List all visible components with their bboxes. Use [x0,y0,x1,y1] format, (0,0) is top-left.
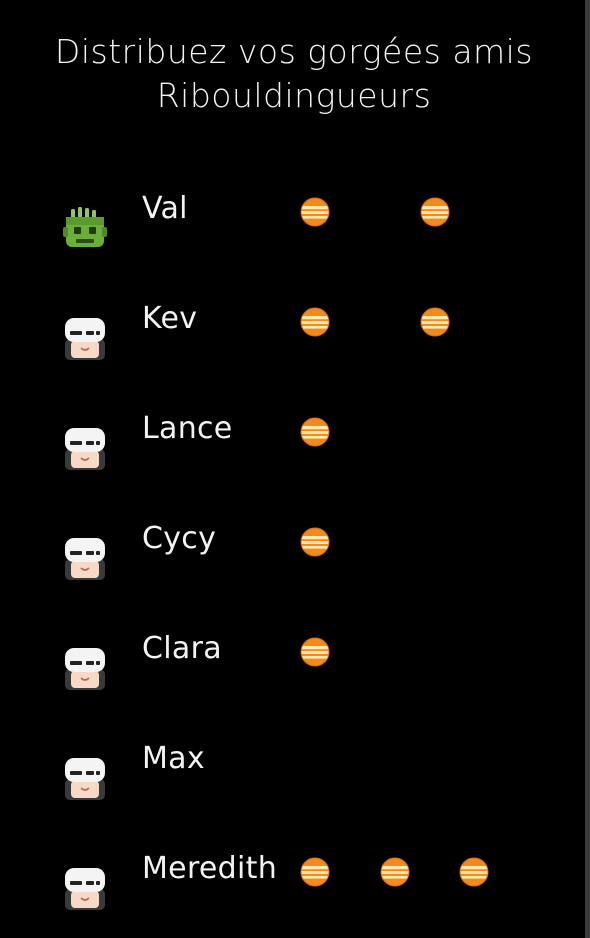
beer-ball-icon[interactable] [300,527,330,557]
player-row[interactable]: Cycy [0,505,588,595]
player-name: Lance [142,411,233,446]
player-row[interactable]: Max [0,725,588,815]
masked-avatar-icon [62,865,108,911]
beer-ball-icon[interactable] [300,417,330,447]
beer-ball-icon[interactable] [300,857,330,887]
player-row[interactable]: Kev [0,285,588,375]
beer-ball-icon[interactable] [300,637,330,667]
masked-avatar-icon [62,425,108,471]
player-name: Val [142,191,188,226]
page-title: Distribuez vos gorgées amis Ribouldingue… [0,30,588,118]
player-name: Cycy [142,521,217,556]
masked-avatar-icon [62,645,108,691]
beer-ball-icon[interactable] [420,197,450,227]
title-line-2: Ribouldingueurs [156,76,432,115]
masked-avatar-icon [62,755,108,801]
beer-ball-icon[interactable] [300,307,330,337]
beer-ball-icon[interactable] [380,857,410,887]
player-name: Clara [142,631,222,666]
player-name: Max [142,741,205,776]
beer-ball-icon[interactable] [420,307,450,337]
scrollbar[interactable] [585,0,590,938]
player-row[interactable]: Val [0,175,588,265]
player-row[interactable]: Meredith [0,835,588,925]
zombie-avatar-icon [62,205,108,251]
player-name: Kev [142,301,198,336]
beer-ball-icon[interactable] [459,857,489,887]
player-name: Meredith [142,851,278,886]
player-row[interactable]: Clara [0,615,588,705]
masked-avatar-icon [62,315,108,361]
player-row[interactable]: Lance [0,395,588,485]
beer-ball-icon[interactable] [300,197,330,227]
title-line-1: Distribuez vos gorgées amis [54,32,534,71]
masked-avatar-icon [62,535,108,581]
